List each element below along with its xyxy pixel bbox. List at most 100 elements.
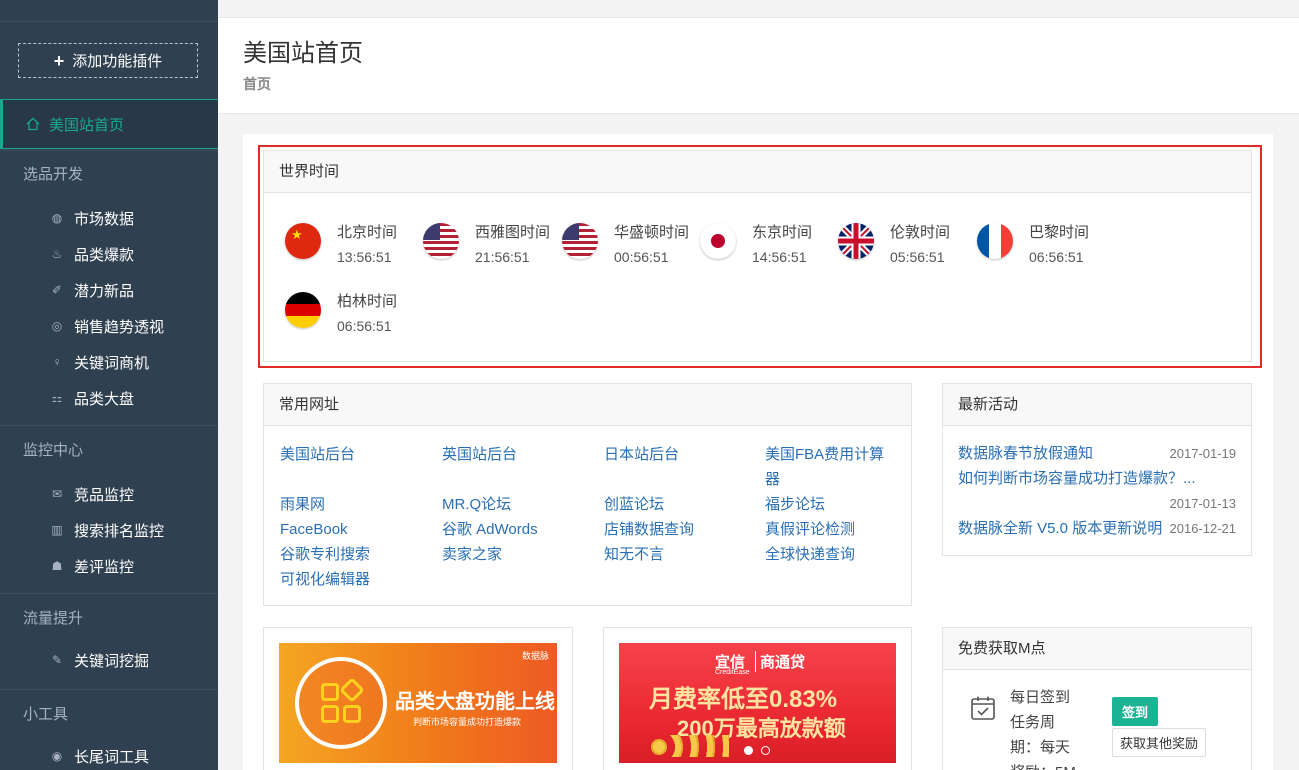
add-plugin-button[interactable]: + 添加功能插件	[18, 43, 198, 78]
calendar-check-icon	[971, 696, 995, 720]
sidebar-item-new-potential[interactable]: ✐ 潜力新品	[0, 272, 218, 308]
sidebar-item-label: 差评监控	[74, 558, 135, 576]
link-fba-calculator[interactable]: 美国FBA费用计算	[765, 442, 884, 467]
clock-seattle: 西雅图时间 21:56:51	[423, 221, 550, 269]
sidebar-item-category-overview[interactable]: ⚏ 品类大盘	[0, 380, 218, 416]
sidebar: + 添加功能插件 美国站首页 选品开发 ◍ 市场数据 ♨ 品类爆款 ✐ 潜力新品 ◎ 销…	[0, 0, 218, 770]
clock-paris: 巴黎时间 06:56:51	[977, 221, 1089, 269]
coins-decoration	[649, 735, 729, 757]
panel-title: 常用网址	[264, 384, 911, 426]
clock-time: 06:56:51	[1029, 249, 1084, 265]
sidebar-group-tools: 小工具 ◉ 长尾词工具	[0, 690, 218, 770]
sidebar-top-strip	[0, 0, 218, 22]
lightbulb-icon: ♀	[52, 355, 62, 369]
grid-logo-icon	[295, 657, 387, 749]
activity-date: 2017-01-19	[1169, 446, 1237, 461]
sidebar-item-label: 销售趋势透视	[74, 318, 165, 336]
link-chuanglan-forum[interactable]: 创蓝论坛	[604, 492, 664, 517]
carousel-dot[interactable]	[761, 746, 770, 755]
clock-time: 05:56:51	[890, 249, 945, 265]
link-zhiwubuyan[interactable]: 知无不言	[604, 542, 664, 567]
activity-link[interactable]: 数据脉春节放假通知	[958, 441, 1093, 466]
sidebar-item-sales-trend[interactable]: ◎ 销售趋势透视	[0, 308, 218, 344]
sidebar-item-label: 长尾词工具	[74, 748, 150, 766]
clock-city: 巴黎时间	[1029, 224, 1090, 241]
link-cifnews[interactable]: 雨果网	[280, 492, 325, 517]
link-fake-review-check[interactable]: 真假评论检测	[765, 517, 855, 542]
link-us-seller-central[interactable]: 美国站后台	[280, 442, 355, 467]
signin-description: 每日签到 任务周 期：每天 奖励：5M	[1010, 685, 1076, 770]
sidebar-item-label: 潜力新品	[74, 282, 135, 300]
clock-city: 伦敦时间	[890, 224, 951, 241]
sidebar-item-keyword-opportunity[interactable]: ♀ 关键词商机	[0, 344, 218, 380]
plus-icon: +	[53, 50, 65, 71]
category-overview-banner[interactable]: 数据脉 品类大盘功能上线 判断市场容量成功打造爆款	[279, 643, 557, 763]
activity-link[interactable]: 如何判断市场容量成功打造爆款？...	[958, 466, 1196, 491]
banner-headline: 品类大盘功能上线	[395, 691, 555, 713]
activity-date: 2017-01-13	[1169, 496, 1237, 511]
clock-city: 北京时间	[337, 224, 398, 241]
sidebar-item-us-home[interactable]: 美国站首页	[0, 99, 218, 149]
sidebar-item-bad-review-monitor[interactable]: ☗ 差评监控	[0, 548, 218, 584]
signin-button[interactable]: 签到	[1112, 697, 1158, 726]
page-header: 美国站首页 首页	[218, 18, 1299, 114]
sidebar-item-keyword-mining[interactable]: ✎ 关键词挖掘	[0, 642, 218, 678]
clock-london: 伦敦时间 05:56:51	[838, 221, 950, 269]
sidebar-item-hot-category[interactable]: ♨ 品类爆款	[0, 236, 218, 272]
sidebar-group-title: 监控中心	[23, 442, 84, 459]
link-jp-seller-central[interactable]: 日本站后台	[604, 442, 679, 467]
top-navbar	[218, 0, 1299, 18]
link-fba-calculator-cont[interactable]: 器	[765, 467, 780, 492]
get-other-rewards-button[interactable]: 获取其他奖励	[1112, 728, 1206, 757]
link-store-data[interactable]: 店铺数据查询	[604, 517, 694, 542]
breadcrumb[interactable]: 首页	[243, 74, 271, 94]
tag-icon: ✐	[51, 283, 63, 297]
activity-link[interactable]: 数据脉全新 V5.0 版本更新说明	[958, 516, 1162, 541]
link-google-patents[interactable]: 谷歌专利搜索	[280, 542, 370, 567]
target-icon: ◎	[51, 319, 63, 333]
clock-city: 西雅图时间	[475, 224, 551, 241]
clock-time: 00:56:51	[614, 249, 669, 265]
sidebar-group-monitor: 监控中心 ✉ 竞品监控 ▥ 搜索排名监控 ☗ 差评监控	[0, 426, 218, 584]
sidebar-item-longtail-tool[interactable]: ◉ 长尾词工具	[0, 738, 218, 770]
link-visual-editor[interactable]: 可视化编辑器	[280, 567, 370, 592]
review-icon: ☗	[51, 559, 63, 573]
sidebar-group-title: 选品开发	[23, 166, 84, 183]
china-flag-icon: ★	[285, 223, 321, 259]
banner-subline: 判断市场容量成功打造爆款	[413, 717, 522, 727]
link-fobshanghai-forum[interactable]: 福步论坛	[765, 492, 825, 517]
link-facebook[interactable]: FaceBook	[280, 517, 348, 542]
link-express-tracking[interactable]: 全球快递查询	[765, 542, 855, 567]
sidebar-item-label: 品类大盘	[74, 390, 135, 408]
link-seller-home[interactable]: 卖家之家	[442, 542, 502, 567]
link-mrq-forum[interactable]: MR.Q论坛	[442, 492, 511, 517]
usa-flag-icon	[562, 223, 598, 259]
clock-washington: 华盛顿时间 00:56:51	[562, 221, 689, 269]
loan-ad-banner[interactable]: 宜信 CreditEase 商通贷 月费率低至0.83% 200万最高放款额	[619, 643, 896, 763]
desc-line: 每日签到	[1010, 689, 1071, 706]
latest-activities-panel: 最新活动 数据脉春节放假通知 2017-01-19 如何判断市场容量成功打造爆款…	[942, 383, 1252, 556]
sidebar-item-rank-monitor[interactable]: ▥ 搜索排名监控	[0, 512, 218, 548]
panel-title: 最新活动	[943, 384, 1251, 426]
clock-time: 13:56:51	[337, 249, 392, 265]
sidebar-item-label: 关键词挖掘	[74, 652, 150, 670]
clock-tokyo: 东京时间 14:56:51	[700, 221, 812, 269]
desc-line: 任务周	[1010, 714, 1056, 731]
sidebar-item-label: 品类爆款	[74, 246, 135, 264]
grid-icon: ⚏	[51, 391, 63, 405]
germany-flag-icon	[285, 292, 321, 328]
sidebar-item-market-data[interactable]: ◍ 市场数据	[0, 200, 218, 236]
link-google-adwords[interactable]: 谷歌 AdWords	[442, 517, 538, 542]
carousel-dot-active[interactable]	[744, 746, 753, 755]
clock-city: 东京时间	[752, 224, 813, 241]
japan-flag-icon	[700, 223, 736, 259]
sidebar-group-title: 小工具	[23, 706, 69, 723]
sidebar-item-competitor-monitor[interactable]: ✉ 竞品监控	[0, 476, 218, 512]
clock-time: 06:56:51	[337, 318, 392, 334]
sidebar-item-label: 美国站首页	[49, 116, 125, 134]
link-uk-seller-central[interactable]: 英国站后台	[442, 442, 517, 467]
sidebar-item-label: 竞品监控	[74, 486, 135, 504]
banner-brand: 数据脉	[521, 651, 549, 661]
france-flag-icon	[977, 223, 1013, 259]
sidebar-item-label: 市场数据	[74, 210, 135, 228]
